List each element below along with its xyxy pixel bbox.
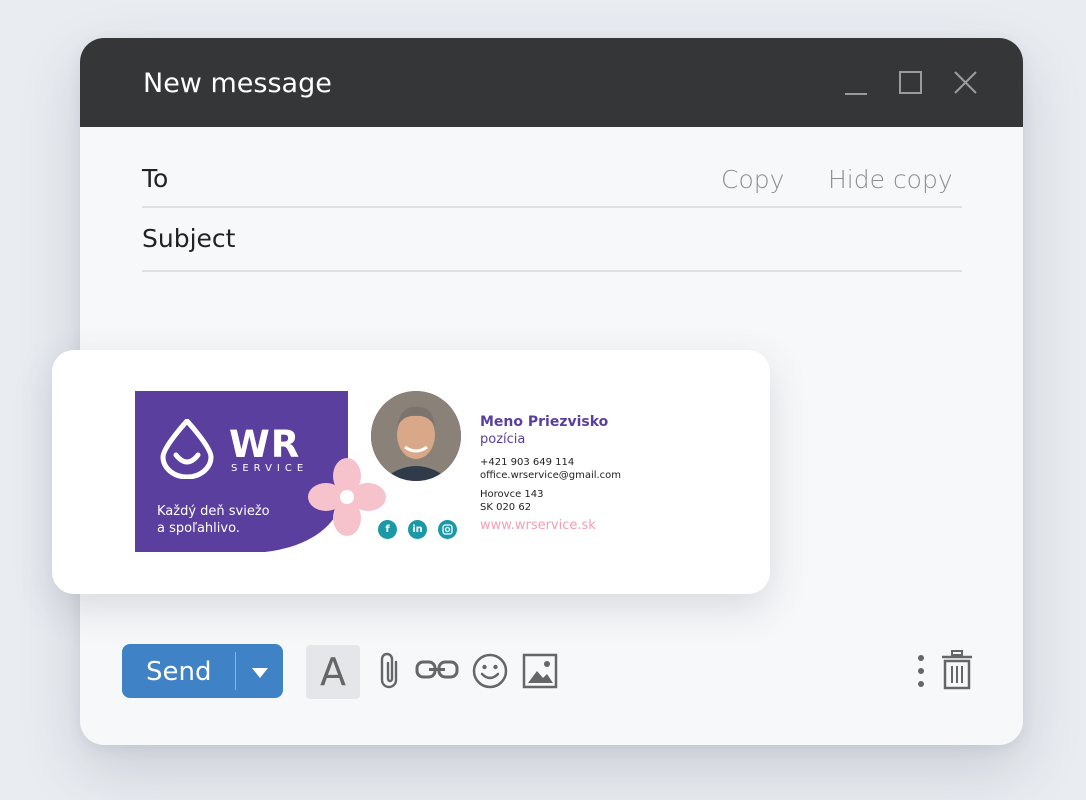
- chevron-down-icon: [252, 668, 268, 678]
- title-bar: New message: [80, 38, 1023, 127]
- divider: [142, 270, 962, 272]
- facebook-icon[interactable]: f: [378, 520, 397, 539]
- divider: [142, 206, 962, 208]
- send-divider: [235, 652, 236, 690]
- signature-address-line: Horovce 143: [480, 489, 544, 500]
- signature-name: Meno Priezvisko: [480, 414, 609, 430]
- instagram-icon[interactable]: [438, 520, 457, 539]
- tagline: Každý deň sviežo a spoľahlivo.: [157, 503, 317, 537]
- window-title: New message: [143, 68, 332, 99]
- image-icon[interactable]: [522, 653, 558, 693]
- logo-subtext: SERVICE: [231, 463, 309, 474]
- maximize-icon[interactable]: [898, 68, 924, 98]
- hide-copy-link[interactable]: Hide copy: [828, 165, 953, 194]
- link-icon[interactable]: [415, 658, 459, 686]
- water-drop-logo-icon: [157, 419, 217, 483]
- send-options-dropdown[interactable]: [252, 665, 268, 684]
- signature-email[interactable]: office.wrservice@gmail.com: [480, 469, 621, 482]
- formatting-icon[interactable]: A: [306, 645, 360, 699]
- logo-text: WR: [229, 423, 301, 466]
- send-button[interactable]: Send: [122, 644, 283, 698]
- send-label: Send: [146, 657, 212, 687]
- email-signature-card: WR SERVICE Každý deň sviežo a spoľahlivo…: [52, 350, 770, 594]
- linkedin-icon[interactable]: in: [408, 520, 427, 539]
- tagline-line: a spoľahlivo.: [157, 521, 240, 536]
- signature-position: pozícia: [480, 432, 526, 447]
- minimize-icon[interactable]: [843, 68, 869, 98]
- tagline-line: Každý deň sviežo: [157, 504, 270, 519]
- avatar: [371, 391, 461, 481]
- more-options-icon[interactable]: [916, 654, 926, 692]
- subject-field[interactable]: Subject: [142, 224, 235, 253]
- trash-icon[interactable]: [941, 650, 973, 694]
- social-links: f in: [378, 520, 457, 539]
- attach-icon[interactable]: [376, 650, 404, 696]
- signature-website-link[interactable]: www.wrservice.sk: [480, 518, 596, 533]
- close-icon[interactable]: [953, 68, 979, 98]
- signature-phone: +421 903 649 114: [480, 457, 575, 468]
- to-field[interactable]: To: [142, 164, 168, 193]
- copy-link[interactable]: Copy: [721, 165, 784, 194]
- flower-decoration-icon: [306, 456, 388, 542]
- emoji-icon[interactable]: [472, 653, 508, 693]
- signature-address-line: SK 020 62: [480, 502, 532, 513]
- font-label: A: [320, 650, 346, 694]
